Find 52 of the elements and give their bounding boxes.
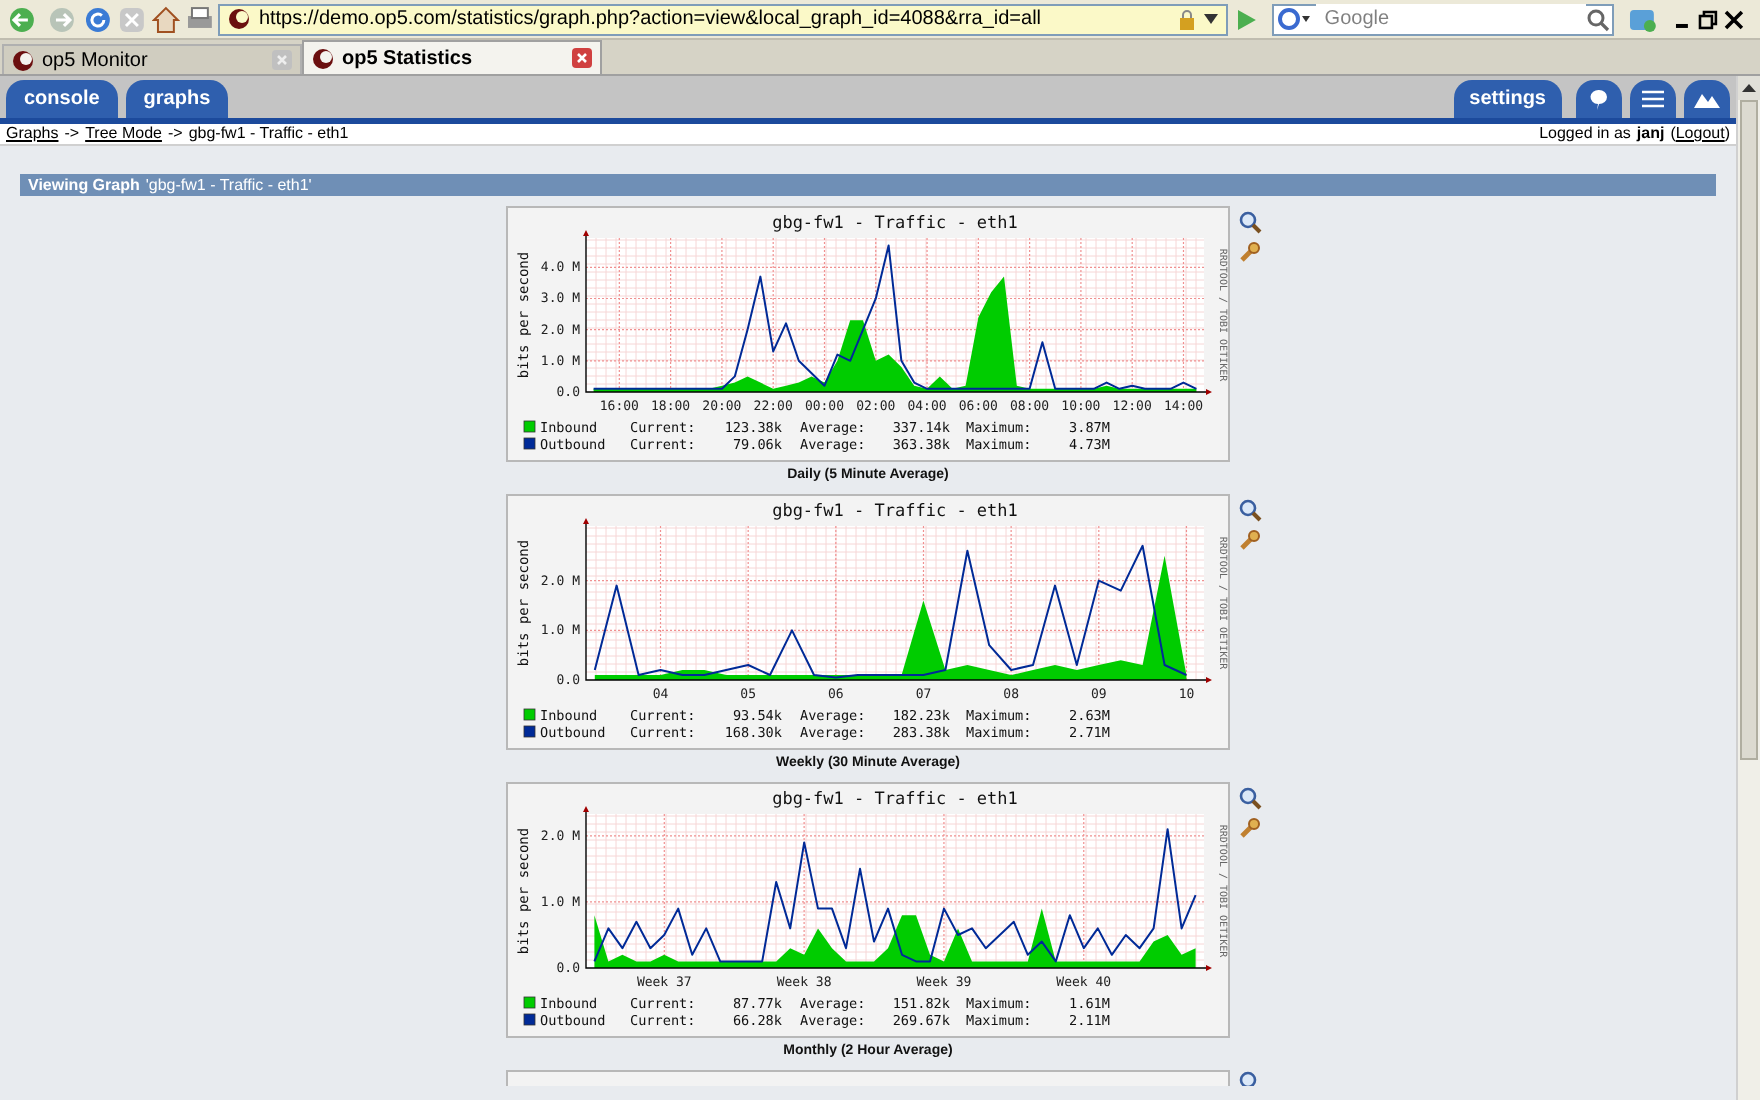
site-icon [312,47,334,69]
site-icon [228,8,251,30]
restore-icon[interactable] [1698,9,1719,29]
dropdown-icon[interactable] [1204,14,1219,24]
graph-tab[interactable] [1684,80,1730,118]
graph-title: gbg-fw1 - Traffic - eth1 [772,790,1018,810]
map-tab[interactable] [1576,80,1622,118]
settings-tab[interactable]: settings [1453,80,1562,118]
zoom-icon[interactable] [1238,1070,1262,1086]
logout-link[interactable]: Logout [1675,122,1725,146]
reload-icon[interactable] [83,5,112,33]
zoom-icon[interactable] [1238,498,1262,522]
list-icon [1642,90,1664,108]
home-icon[interactable] [151,5,180,33]
tab-label: op5 Statistics [342,45,475,73]
print-icon[interactable] [185,5,213,33]
search-icon[interactable] [1586,7,1611,31]
tab-close-icon[interactable] [572,48,592,68]
login-label: Logged in as [1539,122,1631,146]
breadcrumb-text: -> [64,122,80,146]
app-tab[interactable]: graphs [125,80,229,118]
back-icon[interactable] [8,5,40,33]
list-tab[interactable] [1630,80,1676,118]
search-engine-icon[interactable] [1278,8,1313,30]
zoom-icon[interactable] [1238,786,1262,810]
wrench-icon[interactable] [1238,816,1262,840]
graph-title: gbg-fw1 - Traffic - eth1 [772,502,1018,522]
parenthesis: ( [1670,122,1676,146]
parenthesis: ) [1724,122,1730,146]
browser-tab[interactable]: op5 Statistics [302,40,602,74]
scrollbar[interactable] [1736,76,1760,1100]
breadcrumb-text: -> [167,122,183,146]
mountain-icon [1694,91,1720,107]
panel-graph-name: 'gbg-fw1 - Traffic - eth1' [145,173,312,197]
scroll-up-icon[interactable] [1742,84,1756,92]
close-icon[interactable] [1724,9,1744,29]
wrench-icon[interactable] [1238,240,1262,264]
panel-title: Viewing Graph [28,173,140,197]
lock-icon [1178,9,1197,29]
site-icon [12,49,34,71]
breadcrumb-text: gbg-fw1 - Traffic - eth1 [188,122,349,146]
address-field[interactable]: https://demo.op5.com/statistics/graph.php?action=view&local_graph_id=4088&rra_id=all [218,3,1229,35]
browser-tab[interactable]: op5 Monitor [2,44,302,74]
app-tab[interactable]: console [6,80,118,118]
breadcrumb-link[interactable]: Graphs [6,122,59,146]
wrench-icon[interactable] [1238,528,1262,552]
username: janj [1636,122,1665,146]
breadcrumb-link[interactable]: Tree Mode [85,122,162,146]
search-field[interactable]: Google [1272,3,1615,35]
tab-label: op5 Monitor [42,47,150,75]
graph-title: gbg-fw1 - Traffic - eth1 [772,214,1018,234]
zoom-icon[interactable] [1238,210,1262,234]
